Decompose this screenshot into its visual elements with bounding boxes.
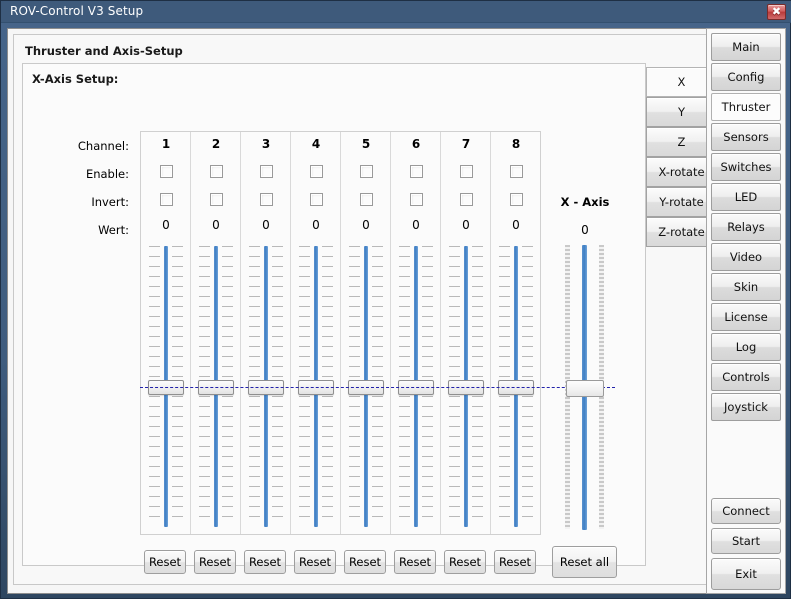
- enable-checkbox[interactable]: [210, 165, 223, 178]
- nav-item-sensors[interactable]: Sensors: [711, 123, 781, 151]
- axis-slider-thumb[interactable]: [566, 380, 604, 397]
- channel-number: 7: [461, 137, 471, 151]
- channel-column: 70: [441, 132, 491, 534]
- nav-item-log[interactable]: Log: [711, 333, 781, 361]
- window-title: ROV-Control V3 Setup: [10, 4, 144, 18]
- channel-number: 6: [411, 137, 421, 151]
- channel-number: 2: [211, 137, 221, 151]
- nav-item-main[interactable]: Main: [711, 33, 781, 61]
- reset-button[interactable]: Reset: [494, 550, 536, 574]
- channel-slider[interactable]: [291, 242, 341, 530]
- channel-value: 0: [462, 218, 470, 232]
- reset-button[interactable]: Reset: [394, 550, 436, 574]
- client-area: Thruster and Axis-Setup X-Axis Setup: Ch…: [7, 28, 786, 594]
- reset-button[interactable]: Reset: [344, 550, 386, 574]
- reset-all-button[interactable]: Reset all: [552, 546, 617, 578]
- page-title: Thruster and Axis-Setup: [25, 44, 183, 58]
- enable-checkbox[interactable]: [460, 165, 473, 178]
- channel-slider[interactable]: [241, 242, 291, 530]
- navigation-panel: Main Config Thruster Sensors Switches LED Rela…: [706, 28, 786, 594]
- inner-panel: Thruster and Axis-Setup X-Axis Setup: Ch…: [13, 34, 780, 585]
- enable-checkbox[interactable]: [360, 165, 373, 178]
- connect-button[interactable]: Connect: [711, 498, 781, 524]
- group-title: X-Axis Setup:: [32, 72, 119, 86]
- channel-number: 4: [311, 137, 321, 151]
- enable-checkbox[interactable]: [510, 165, 523, 178]
- enable-checkbox[interactable]: [410, 165, 423, 178]
- nav-item-license[interactable]: License: [711, 303, 781, 331]
- application-window: ROV-Control V3 Setup ✖ Thruster and Axis…: [0, 0, 791, 599]
- channel-column: 80: [491, 132, 541, 534]
- invert-checkbox[interactable]: [160, 193, 173, 206]
- channel-grid: 1020304050607080: [140, 131, 541, 535]
- label-enable: Enable:: [85, 167, 129, 181]
- label-invert: Invert:: [91, 195, 129, 209]
- nav-item-thruster[interactable]: Thruster: [711, 93, 781, 121]
- reset-button[interactable]: Reset: [144, 550, 186, 574]
- channel-value: 0: [512, 218, 520, 232]
- enable-checkbox[interactable]: [310, 165, 323, 178]
- channel-slider[interactable]: [391, 242, 441, 530]
- nav-item-joystick[interactable]: Joystick: [711, 393, 781, 421]
- channel-number: 1: [161, 137, 171, 151]
- start-button[interactable]: Start: [711, 528, 781, 554]
- channel-column: 50: [341, 132, 391, 534]
- channel-column: 20: [191, 132, 241, 534]
- channel-slider[interactable]: [491, 242, 541, 530]
- axis-value: 0: [581, 223, 589, 237]
- channel-value: 0: [412, 218, 420, 232]
- center-reference-line: [140, 387, 615, 388]
- invert-checkbox[interactable]: [210, 193, 223, 206]
- invert-checkbox[interactable]: [460, 193, 473, 206]
- axis-slider[interactable]: [557, 241, 613, 533]
- nav-item-led[interactable]: LED: [711, 183, 781, 211]
- reset-button[interactable]: Reset: [194, 550, 236, 574]
- channel-value: 0: [312, 218, 320, 232]
- channel-slider[interactable]: [441, 242, 491, 530]
- reset-button[interactable]: Reset: [294, 550, 336, 574]
- channel-column: 30: [241, 132, 291, 534]
- invert-checkbox[interactable]: [510, 193, 523, 206]
- nav-item-skin[interactable]: Skin: [711, 273, 781, 301]
- label-wert: Wert:: [98, 223, 129, 237]
- nav-item-switches[interactable]: Switches: [711, 153, 781, 181]
- channel-value: 0: [162, 218, 170, 232]
- enable-checkbox[interactable]: [160, 165, 173, 178]
- channel-value: 0: [362, 218, 370, 232]
- invert-checkbox[interactable]: [360, 193, 373, 206]
- channel-number: 8: [511, 137, 521, 151]
- invert-checkbox[interactable]: [260, 193, 273, 206]
- channel-column: 40: [291, 132, 341, 534]
- invert-checkbox[interactable]: [410, 193, 423, 206]
- channel-slider[interactable]: [141, 242, 191, 530]
- channel-number: 3: [261, 137, 271, 151]
- label-channel: Channel:: [77, 139, 129, 153]
- channel-number: 5: [361, 137, 371, 151]
- nav-item-controls[interactable]: Controls: [711, 363, 781, 391]
- channel-column: 60: [391, 132, 441, 534]
- channel-slider[interactable]: [341, 242, 391, 530]
- channel-slider[interactable]: [191, 242, 241, 530]
- reset-button[interactable]: Reset: [244, 550, 286, 574]
- invert-checkbox[interactable]: [310, 193, 323, 206]
- enable-checkbox[interactable]: [260, 165, 273, 178]
- exit-button[interactable]: Exit: [711, 558, 781, 590]
- channel-value: 0: [212, 218, 220, 232]
- close-icon: ✖: [771, 5, 782, 18]
- close-button[interactable]: ✖: [767, 4, 786, 20]
- nav-item-video[interactable]: Video: [711, 243, 781, 271]
- nav-item-config[interactable]: Config: [711, 63, 781, 91]
- nav-item-relays[interactable]: Relays: [711, 213, 781, 241]
- axis-title: X - Axis: [560, 195, 610, 209]
- reset-button[interactable]: Reset: [444, 550, 486, 574]
- channel-value: 0: [262, 218, 270, 232]
- window-titlebar: ROV-Control V3 Setup ✖: [1, 1, 791, 23]
- channel-column: 10: [141, 132, 191, 534]
